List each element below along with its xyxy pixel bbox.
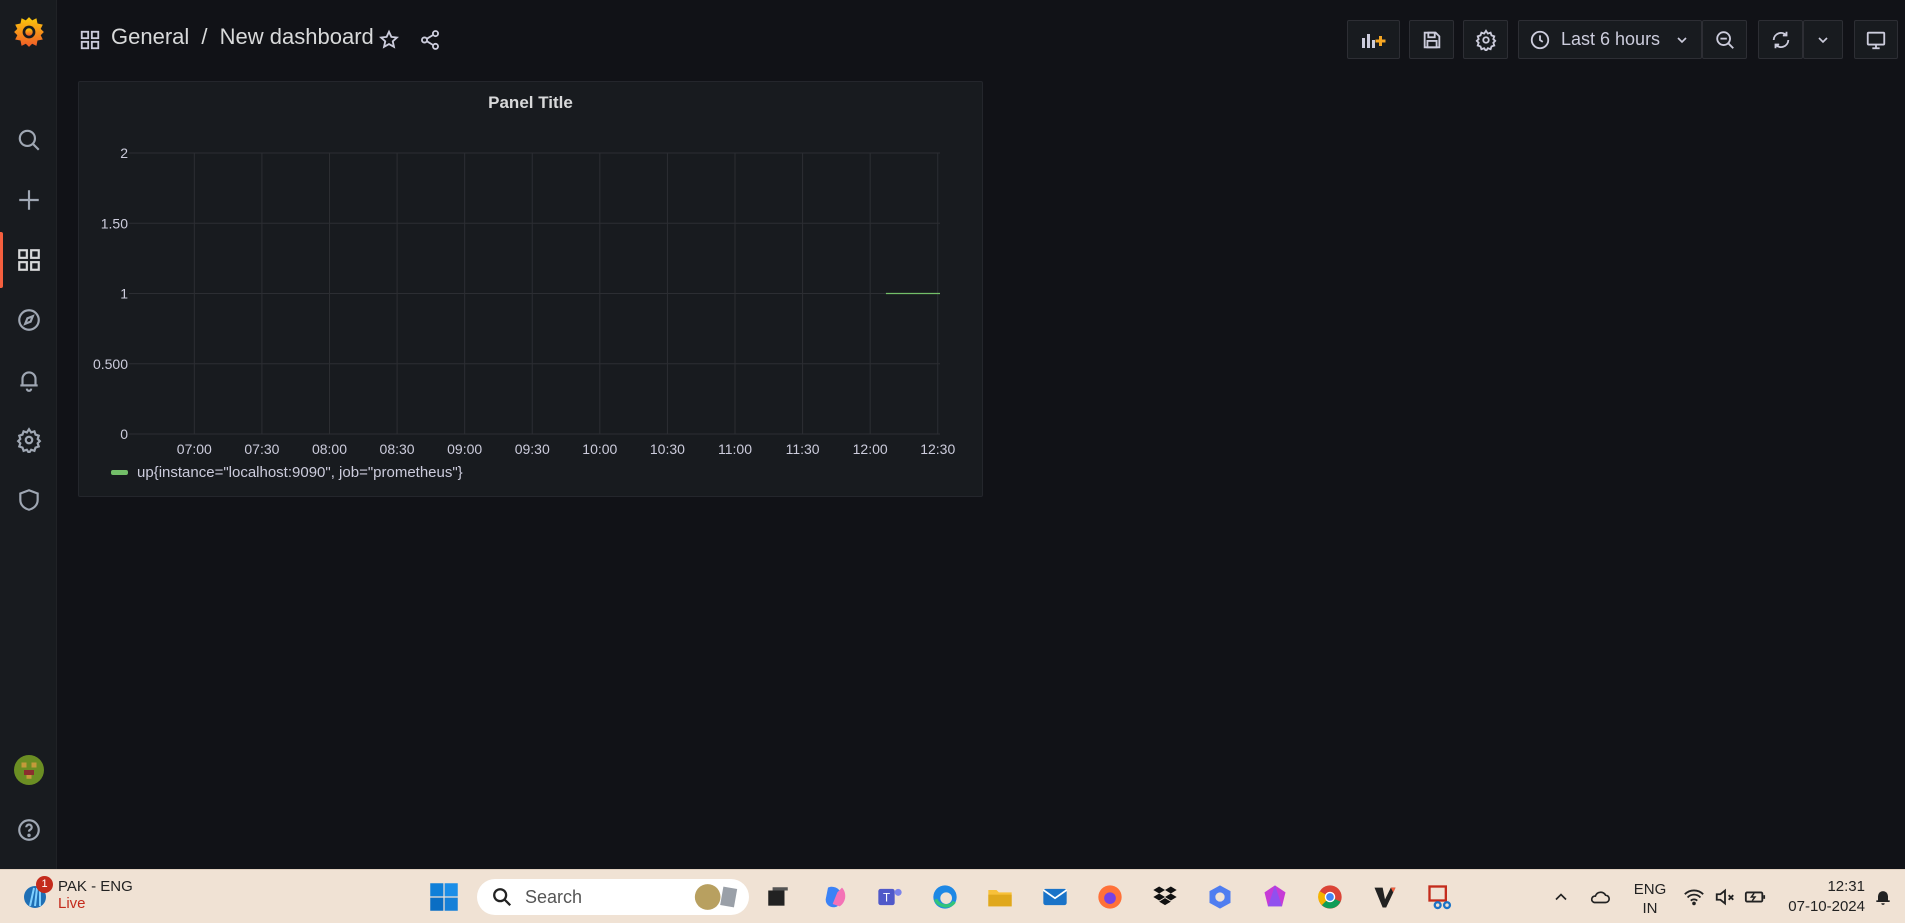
search-icon [493,888,512,907]
zoom-out-icon [1715,30,1734,49]
alerting-bell-icon[interactable] [0,356,57,404]
monitor-icon [1866,31,1886,49]
x-tick-label: 07:30 [244,441,279,457]
language-line-1: ENG [1633,881,1667,898]
save-dashboard-button[interactable] [1409,20,1454,59]
y-tick-label: 0.500 [93,356,128,372]
taskbar-search-input[interactable]: Search [477,879,749,915]
firefox-icon[interactable] [1092,879,1128,915]
x-tick-label: 10:30 [650,441,685,457]
windows-taskbar: 1 PAK - ENG Live Search T ENG IN 12:31 0… [0,869,1905,923]
legend-label[interactable]: up{instance="localhost:9090", job="prome… [137,464,463,481]
user-avatar[interactable] [0,746,57,794]
refresh-interval-dropdown[interactable] [1803,20,1843,59]
chevron-down-icon [1818,36,1828,43]
y-tick-label: 1.50 [101,215,128,231]
x-tick-label: 11:00 [718,441,752,457]
search-highlight-icon [694,884,738,910]
explore-compass-icon[interactable] [0,296,57,344]
dashboard-nav-bar: General / New dashboard Last 6 hours [57,0,1905,80]
x-tick-label: 08:30 [380,441,415,457]
wifi-icon[interactable] [1678,879,1710,915]
file-explorer-icon[interactable] [982,879,1018,915]
weather-widget[interactable]: 1 PAK - ENG Live [20,876,133,912]
server-admin-shield-icon[interactable] [0,476,57,524]
notification-bell-icon[interactable] [1868,879,1898,915]
clock-icon [1530,30,1550,49]
battery-icon[interactable] [1739,879,1771,915]
legend: up{instance="localhost:9090", job="prome… [111,464,463,481]
task-view-icon[interactable] [760,879,796,915]
add-panel-icon [1361,33,1385,48]
volume-muted-icon[interactable] [1709,879,1741,915]
search-placeholder: Search [525,886,583,907]
cycle-view-mode-button[interactable] [1854,20,1898,59]
cricket-icon: 1 [20,876,53,910]
onedrive-cloud-icon[interactable] [1582,879,1618,915]
side-nav [0,0,57,869]
grafana-app: General / New dashboard Last 6 hours Pan… [0,0,1905,869]
help-icon[interactable] [0,806,57,854]
mail-icon[interactable] [1037,879,1073,915]
refresh-icon [1772,31,1789,48]
notification-badge: 1 [36,876,53,893]
y-tick-label: 2 [120,145,128,161]
taskbar-clock[interactable]: 12:31 07-10-2024 [1788,877,1865,917]
copilot-icon[interactable] [817,879,853,915]
x-tick-label: 08:00 [312,441,347,457]
breadcrumb-separator: / [201,24,208,49]
legend-swatch [111,470,128,475]
search-icon[interactable] [0,116,57,164]
x-tick-label: 10:00 [582,441,617,457]
x-tick-label: 09:00 [447,441,482,457]
share-icon[interactable] [417,27,443,53]
x-tick-label: 07:00 [177,441,212,457]
breadcrumb-dashboard-title[interactable]: New dashboard [220,24,374,49]
windows-start-icon[interactable] [426,879,462,915]
app-hexagon-icon[interactable] [1202,879,1238,915]
edge-browser-icon[interactable] [927,879,963,915]
dropbox-icon[interactable] [1147,879,1183,915]
x-tick-label: 09:30 [515,441,550,457]
chevron-up-icon[interactable] [1543,879,1579,915]
breadcrumb: General / New dashboard [111,24,380,50]
snipping-tool-icon[interactable] [1422,879,1458,915]
dashboard-settings-button[interactable] [1463,20,1508,59]
grafana-logo-icon[interactable] [0,8,57,56]
add-panel-button[interactable] [1347,20,1400,59]
configuration-gear-icon[interactable] [0,416,57,464]
x-tick-label: 11:30 [786,441,820,457]
language-line-2: IN [1642,900,1658,917]
graph-panel[interactable]: Panel Title 0 0.500 1 1.50 2 07:00 07:30 08:00 0… [78,81,983,497]
time-range-label: Last 6 hours [1561,29,1661,49]
teams-icon[interactable]: T [872,879,908,915]
app-gem-icon[interactable] [1257,879,1293,915]
time-series-chart: 0 0.500 1 1.50 2 07:00 07:30 08:00 08:30 09:00 09:… [93,145,956,457]
language-indicator[interactable]: ENG IN [1630,880,1670,918]
weather-line-1: PAK - ENG [58,878,133,895]
chrome-icon[interactable] [1312,879,1348,915]
refresh-button[interactable] [1758,20,1803,59]
clock-time: 12:31 [1827,878,1865,895]
y-tick-label: 0 [120,426,128,442]
save-icon [1423,31,1440,48]
x-tick-label: 12:30 [920,441,955,457]
dashboards-grid-icon [79,29,101,51]
time-range-picker[interactable]: Last 6 hours [1518,20,1702,59]
y-tick-label: 1 [120,286,128,302]
x-tick-label: 12:00 [853,441,888,457]
chevron-down-icon [1677,36,1687,43]
svg-text:T: T [883,892,890,905]
breadcrumb-folder[interactable]: General [111,24,189,49]
dashboards-icon[interactable] [0,236,57,284]
gear-icon [1475,28,1496,51]
create-plus-icon[interactable] [0,176,57,224]
zoom-out-button[interactable] [1702,20,1747,59]
weather-line-2: Live [58,895,86,912]
clock-date: 07-10-2024 [1788,898,1865,915]
star-icon[interactable] [376,27,402,53]
app-v-icon[interactable] [1367,879,1403,915]
